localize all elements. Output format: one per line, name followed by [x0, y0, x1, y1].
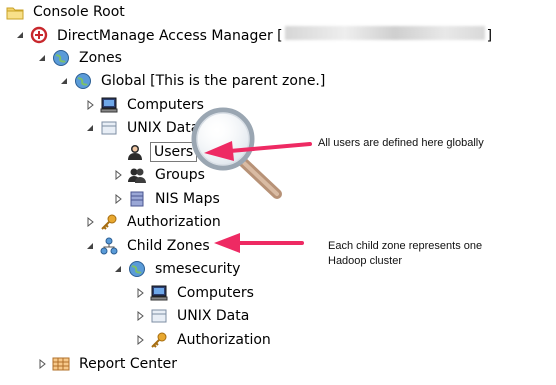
collapsed-triangle-icon[interactable] [112, 193, 124, 205]
tree-node-authorization[interactable]: Authorization [84, 211, 224, 233]
expanded-triangle-icon[interactable] [58, 75, 70, 87]
tree-node-child-zones[interactable]: Child Zones [84, 235, 213, 257]
collapsed-triangle-icon[interactable] [36, 358, 48, 370]
group-icon [128, 166, 146, 184]
expanded-triangle-icon[interactable] [14, 29, 26, 41]
collapsed-triangle-icon[interactable] [84, 99, 96, 111]
access-manager-icon [30, 26, 48, 44]
nis-maps-icon [128, 190, 146, 208]
folder-icon [6, 3, 24, 21]
computer-icon [100, 96, 118, 114]
annotation-users-note: All users are defined here globally [318, 137, 484, 149]
globe-icon [52, 49, 70, 67]
tree-node-zones[interactable]: Zones [36, 47, 125, 69]
tree-node-report-center[interactable]: Report Center [36, 353, 180, 375]
annotation-child-zones-note: Each child zone represents one Hadoop cl… [328, 240, 483, 267]
unix-data-icon [150, 307, 168, 325]
tree-node-global[interactable]: Global [This is the parent zone.] [58, 70, 328, 92]
collapsed-triangle-icon[interactable] [134, 334, 146, 346]
tree-node-label: Zones [79, 50, 122, 66]
tree-node-child-authorization[interactable]: Authorization [134, 329, 274, 351]
expanded-triangle-icon[interactable] [84, 240, 96, 252]
tree-node-label: Global [This is the parent zone.] [101, 73, 326, 89]
tree-node-access-manager[interactable]: DirectManage Access Manager [] [14, 24, 495, 46]
globe-icon [74, 72, 92, 90]
tree-node-label: Authorization [177, 332, 271, 348]
child-zones-icon [100, 237, 118, 255]
tree-node-smesecurity[interactable]: smesecurity [112, 258, 243, 280]
key-icon [100, 213, 118, 231]
tree-node-console-root[interactable]: Console Root [6, 1, 128, 23]
tree-node-child-unix-data[interactable]: UNIX Data [134, 305, 252, 327]
tree-node-child-computers[interactable]: Computers [134, 282, 257, 304]
tree-node-label: Console Root [33, 4, 125, 20]
collapsed-triangle-icon[interactable] [112, 169, 124, 181]
globe-icon [128, 260, 146, 278]
tree-node-label: Report Center [79, 356, 177, 372]
tree-node-label: UNIX Data [177, 308, 250, 324]
tree-node-label: Authorization [127, 214, 221, 230]
collapsed-triangle-icon[interactable] [134, 287, 146, 299]
report-center-icon [52, 355, 70, 373]
expanded-triangle-icon[interactable] [112, 263, 124, 275]
expanded-triangle-icon[interactable] [36, 52, 48, 64]
tree-node-label: DirectManage Access Manager [] [57, 26, 493, 44]
key-icon [150, 331, 168, 349]
annotation-arrow-child-zones [214, 233, 304, 253]
collapsed-triangle-icon[interactable] [134, 310, 146, 322]
tree-node-label: Computers [177, 285, 254, 301]
collapsed-triangle-icon[interactable] [84, 216, 96, 228]
computer-icon [150, 284, 168, 302]
expanded-triangle-icon[interactable] [84, 122, 96, 134]
redacted-server-name [284, 26, 485, 40]
annotation-arrow-users [204, 141, 312, 161]
tree-node-label: Child Zones [127, 238, 210, 254]
tree-node-label: smesecurity [155, 261, 241, 277]
user-icon [126, 143, 144, 161]
unix-data-icon [100, 119, 118, 137]
